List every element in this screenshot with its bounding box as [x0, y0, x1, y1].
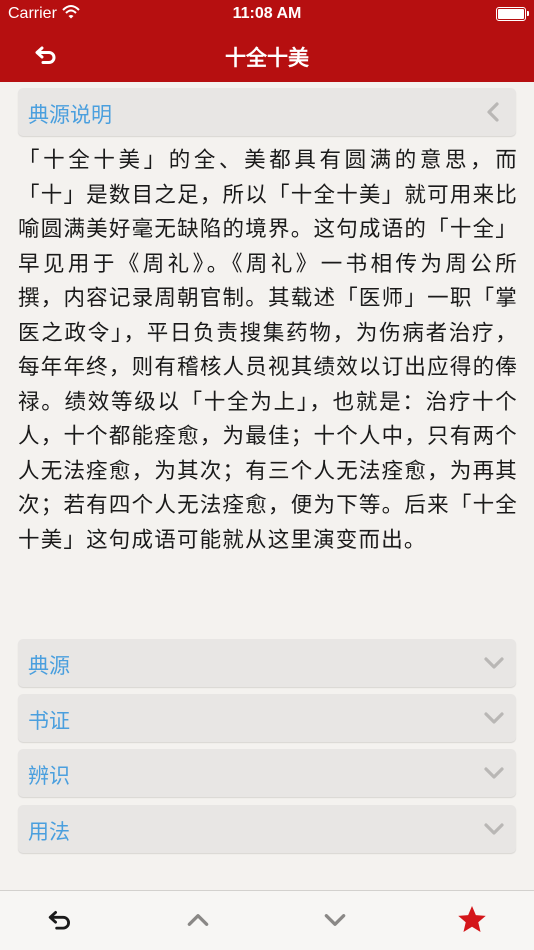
status-bar: Carrier 11:08 AM [0, 0, 534, 28]
section-header-explanation[interactable]: 典源说明 [18, 88, 516, 136]
section-header-usage[interactable]: 用法 [18, 805, 516, 853]
previous-button[interactable] [182, 904, 214, 936]
battery-icon [496, 7, 529, 21]
chevron-up-icon [187, 914, 209, 926]
chevron-down-icon [484, 712, 504, 724]
next-button[interactable] [319, 904, 351, 936]
chevron-down-icon [324, 914, 346, 926]
navigation-bar: 十全十美 [0, 28, 534, 82]
chevron-down-icon [484, 823, 504, 835]
section-label: 辨识 [28, 764, 70, 788]
section-label: 典源 [28, 654, 70, 678]
page-title: 十全十美 [225, 46, 309, 70]
toolbar-back-button[interactable] [45, 904, 77, 936]
status-time: 11:08 AM [232, 5, 302, 22]
section-header-citation[interactable]: 书证 [18, 694, 516, 742]
chevron-left-icon [487, 102, 499, 122]
bottom-toolbar [0, 890, 534, 950]
explanation-text: 「十全十美」的全、美都具有圆满的意思，而「十」是数目之足，所以「十全十美」就可用… [18, 148, 518, 553]
section-label: 用法 [28, 820, 70, 844]
section-label: 典源说明 [28, 103, 112, 127]
chevron-down-icon [484, 657, 504, 669]
star-icon [458, 906, 486, 932]
section-label: 书证 [28, 709, 70, 733]
content-area: 典源说明 「十全十美」的全、美都具有圆满的意思，而「十」是数目之足，所以「十全十… [0, 82, 534, 890]
favorite-button[interactable] [456, 904, 488, 936]
undo-arrow-icon [48, 911, 70, 930]
chevron-down-icon [484, 767, 504, 779]
section-header-source[interactable]: 典源 [18, 639, 516, 687]
section-header-discrimination[interactable]: 辨识 [18, 749, 516, 797]
